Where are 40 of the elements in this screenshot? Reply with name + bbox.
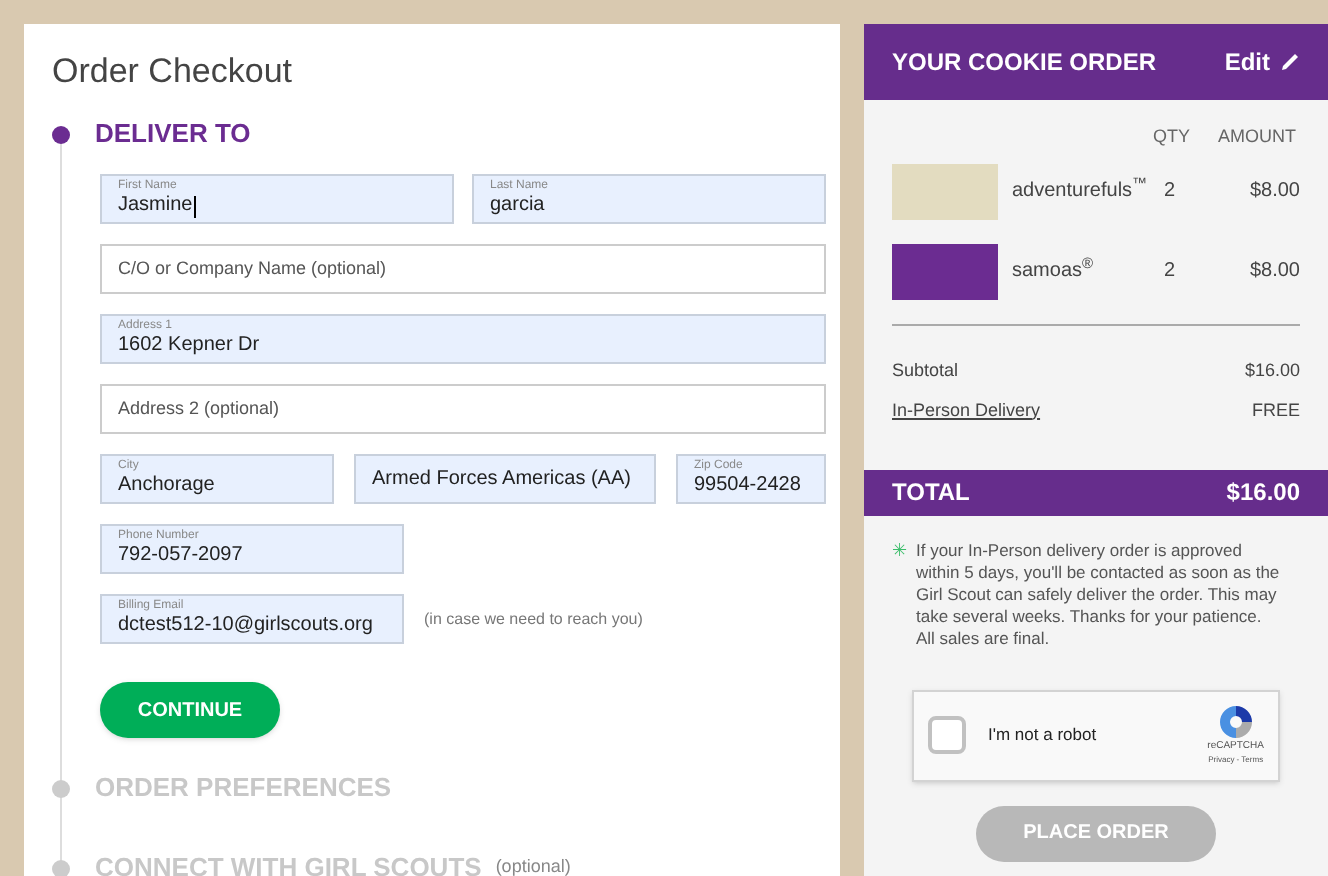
field-value: Armed Forces Americas (AA) xyxy=(372,467,633,491)
field-value: garcia xyxy=(490,194,547,218)
subtotal-label: Subtotal xyxy=(892,357,959,383)
item-amount: $8.00 xyxy=(1247,178,1300,206)
captcha-label: I'm not a robot xyxy=(988,722,1099,748)
hint-text: (in case we need to reach you) xyxy=(424,607,645,631)
input-field[interactable]: C/O or Company Name (optional) xyxy=(100,244,826,294)
edit-link[interactable]: Edit xyxy=(1224,44,1300,80)
item-qty: 2 xyxy=(1164,258,1178,286)
field-placeholder: Address 2 (optional) xyxy=(118,395,282,422)
field-value: 99504-2428 xyxy=(694,474,803,498)
captcha-checkbox[interactable] xyxy=(928,716,966,754)
total-label: TOTAL xyxy=(892,476,970,510)
field-value: 1602 Kepner Dr xyxy=(118,334,262,358)
notice-text: All sales are final. xyxy=(916,627,1052,649)
item-name: adventurefuls$^{™}$ xyxy=(1012,176,1150,206)
item-name: samoas$^{®}$ xyxy=(1012,256,1096,286)
notice-text: If your In-Person delivery order is approved within 5 days, you'll be contacted as soon as the Girl Scout can safely deliver the order. This may take several weeks. Thanks for your patience. xyxy=(916,539,1280,627)
field-value: dctest512-10@girlscouts.org xyxy=(118,614,375,638)
field-value: 792-057-2097 xyxy=(118,544,245,568)
field-value: Anchorage xyxy=(118,474,217,498)
asterisk-icon: ✳ xyxy=(892,539,908,649)
delivery-value: FREE xyxy=(1251,397,1300,423)
optional-note: (optional) xyxy=(495,854,571,876)
field-placeholder: C/O or Company Name (optional) xyxy=(118,255,389,282)
item-qty: 2 xyxy=(1164,178,1178,206)
subtotal-value: $16.00 xyxy=(1244,357,1300,383)
recaptcha-logo-icon xyxy=(1217,703,1254,740)
field-value: Jasmine xyxy=(118,194,199,218)
total-value: $16.00 xyxy=(1226,476,1300,510)
item-amount: $8.00 xyxy=(1247,258,1300,286)
input-field[interactable]: Address 2 (optional) xyxy=(100,384,826,434)
input-field[interactable]: Armed Forces Americas (AA) xyxy=(354,454,656,504)
page-title: Order Checkout xyxy=(52,52,294,92)
column-header: QTY xyxy=(1152,124,1190,150)
order-title: YOUR COOKIE ORDER xyxy=(892,46,1157,80)
column-header: AMOUNT xyxy=(1218,124,1296,150)
step-title[interactable]: DELIVER TO xyxy=(95,114,251,154)
delivery-link[interactable]: In-Person Delivery xyxy=(892,397,1041,437)
pencil-icon xyxy=(1280,52,1300,72)
